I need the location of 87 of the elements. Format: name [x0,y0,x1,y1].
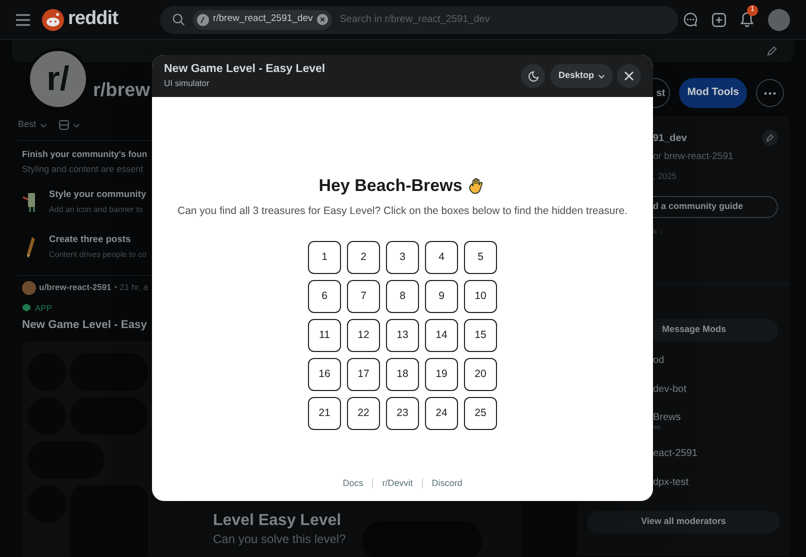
grid-box[interactable]: 9 [425,280,458,314]
pencil-icon [26,236,36,258]
footer-link[interactable]: Discord [432,476,462,490]
setup-subtitle: Styling and content are essent [22,163,144,176]
task-title[interactable]: Create three posts [49,232,146,247]
search-field[interactable]: r/brew_react_2591_dev Search in r/brew_react_2591_dev [160,6,678,34]
grid-box[interactable]: 13 [386,319,419,352]
grid-box[interactable]: 20 [464,358,497,392]
grid-box[interactable]: 12 [347,319,380,352]
chip-label: r/brew_react_2591_dev [212,12,313,26]
preview-title: Level Easy Level [213,511,342,532]
grid-box[interactable]: 19 [425,358,458,392]
app-icon [22,303,31,312]
moderator-name[interactable]: eact-2591 [653,448,778,460]
setup-title: Finish your community's foun [22,148,148,161]
theme-toggle-button[interactable] [521,64,546,88]
footer-link[interactable]: Docs [342,476,364,490]
pencil-icon[interactable] [766,45,778,57]
grid-box[interactable]: 10 [464,280,497,314]
search-placeholder: Search in r/brew_react_2591_dev [340,13,490,27]
user-avatar[interactable] [768,8,790,30]
task-subtitle: Add an icon and banner to [49,204,144,216]
clear-icon[interactable] [316,14,328,25]
search-chip[interactable]: r/brew_react_2591_dev [192,10,332,30]
post-tag: APP [35,302,52,314]
grid-box[interactable]: 4 [425,241,458,274]
grid-box[interactable]: 2 [347,241,380,274]
community-avatar: r/ [27,48,89,110]
grid-box[interactable]: 14 [425,319,458,352]
grid-box[interactable]: 3 [386,241,419,274]
community-description: or brew-react-2591 [653,150,734,164]
edit-icon[interactable] [762,130,778,146]
task-subtitle: Content drives people to co [49,248,146,261]
moderator-name[interactable]: dev-bot [653,384,778,396]
bell-icon[interactable] [740,12,754,27]
message-mods-button[interactable]: Message Mods [653,319,778,341]
close-icon [624,71,634,81]
moderator-name[interactable]: dpx-test [653,476,778,489]
grid-box[interactable]: 17 [347,358,380,392]
community-name: r/brew [93,81,150,100]
mod-tools-button[interactable]: Mod Tools [679,78,747,108]
logo-icon[interactable] [42,8,64,30]
post-time: • 21 hr. a [114,281,148,294]
more-icon [764,92,776,94]
device-dropdown[interactable]: Desktop [550,64,613,88]
moon-icon [528,70,539,82]
instructions-text: Can you find all 3 treasures for Easy Level? Click on the boxes below to find the hidden treasure. [177,204,628,218]
user-avatar[interactable] [22,280,36,295]
grid-box[interactable]: 16 [308,358,341,392]
post-author[interactable]: u/brew-react-2591 [39,281,112,294]
grid-box[interactable]: 25 [464,397,497,430]
grid-box[interactable]: 21 [308,397,341,430]
community-title: 91_dev [653,132,687,146]
chat-icon[interactable] [683,12,698,27]
preview-subtitle: Can you solve this level? [213,531,346,548]
grid-box[interactable]: 6 [308,280,341,314]
menu-icon[interactable] [16,14,30,26]
grid-box[interactable]: 7 [347,280,380,314]
moderator-name[interactable]: od [653,355,778,368]
created-date: , 2025 [653,170,678,183]
grid-box[interactable]: 5 [464,241,497,274]
grid-box[interactable]: 24 [425,397,458,430]
grid-box[interactable]: 22 [347,397,380,430]
view-all-button[interactable]: View all moderators [587,511,780,533]
modal-title: New Game Level - Easy Level [164,62,326,77]
grid-box[interactable]: 11 [308,319,341,352]
footer-link[interactable]: r/Devvit [382,476,413,490]
chevron-down-icon [73,122,80,128]
chevron-down-icon [598,74,605,78]
grid-box[interactable]: 15 [464,319,497,352]
grid-box[interactable]: 1 [308,241,341,274]
moderator-name[interactable]: Brews [653,412,778,424]
community-icon [196,14,209,26]
guide-button[interactable]: d a community guide [653,196,778,218]
grid-box[interactable]: 8 [386,280,419,314]
create-icon[interactable] [712,12,726,26]
view-dropdown[interactable] [59,120,80,130]
greeting-heading: Hey Beach-Brews [318,175,462,197]
grid-box[interactable]: 23 [386,397,419,430]
grid-box[interactable]: 18 [386,358,419,392]
task-title[interactable]: Style your community [49,188,146,202]
logo-text[interactable]: reddit [68,5,118,34]
layout-icon [59,120,70,130]
chevron-down-icon [40,122,48,128]
close-button[interactable] [617,64,641,88]
modal-subtitle: UI simulator [164,76,210,90]
search-icon [172,13,185,26]
